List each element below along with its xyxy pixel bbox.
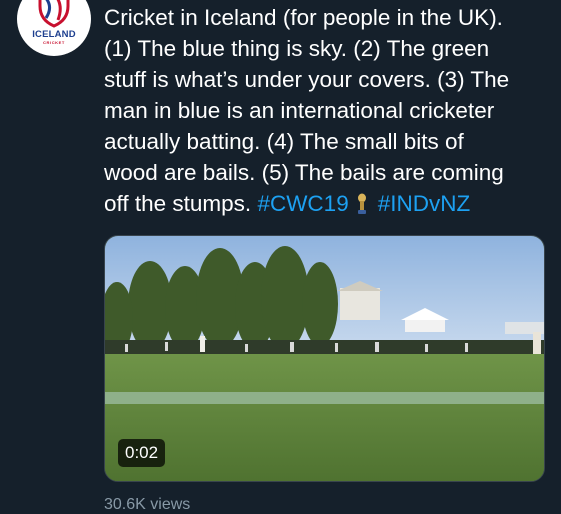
- profile-avatar[interactable]: ICELAND CRICKET: [17, 0, 91, 56]
- tweet-line: (1) The blue thing is sky. (2) The green: [104, 36, 490, 61]
- hashtag-cwc19-link[interactable]: #CWC19: [257, 191, 348, 216]
- tweet-line: stuff is what’s under your covers. (3) T…: [104, 67, 510, 92]
- avatar-logo-subtext: CRICKET: [43, 40, 65, 45]
- tweet-line-last: off the stumps. #CWC19 #INDvNZ: [104, 188, 554, 219]
- cricket-world-cup-trophy-icon: [357, 193, 366, 214]
- iceland-cricket-logo-icon: [38, 0, 70, 28]
- tweet-line: actually batting. (4) The small bits of: [104, 129, 464, 154]
- tweet-line-text: off the stumps.: [104, 191, 252, 216]
- tweet-line: Cricket in Iceland (for people in the UK…: [104, 5, 503, 30]
- hashtag-indvnz-link[interactable]: #INDvNZ: [378, 191, 471, 216]
- view-count: 30.6K views: [104, 496, 191, 513]
- video-player[interactable]: 0:02: [104, 235, 545, 482]
- tweet-line: wood are bails. (5) The bails are coming: [104, 160, 504, 185]
- video-thumbnail: [105, 236, 544, 481]
- video-duration-badge: 0:02: [118, 439, 166, 467]
- tweet-text: Cricket in Iceland (for people in the UK…: [104, 2, 554, 219]
- tweet-line: man in blue is an international crickete…: [104, 98, 495, 123]
- avatar-logo-text: ICELAND: [32, 29, 76, 40]
